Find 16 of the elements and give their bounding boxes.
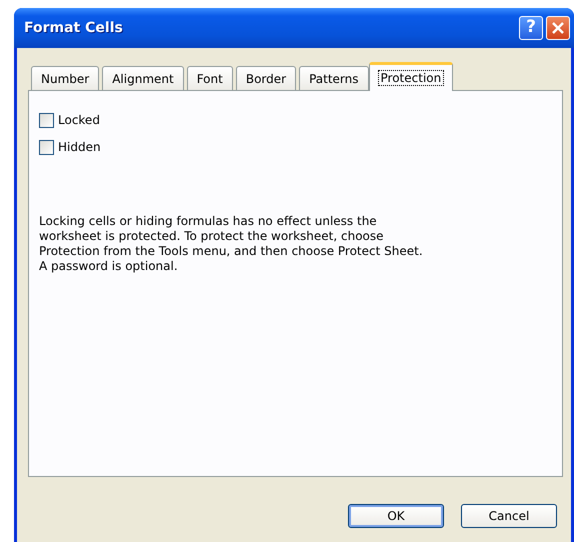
tab[interactable]: Patterns [299,66,369,90]
close-icon [551,21,565,35]
info-text: Locking cells or hiding formulas has no effect unless the worksheet is protected. To protect the worksheet, choose Protection from the Tools menu, and then choose Protect Sheet. A password is optional. [39,214,424,274]
checkbox[interactable] [39,140,54,154]
cancel-button[interactable]: Cancel [461,504,557,528]
tab[interactable]: Border [236,66,296,90]
window-title: Format Cells [24,18,124,38]
ok-button[interactable]: OK [348,504,444,528]
tab[interactable]: Number [31,66,100,90]
close-button[interactable] [546,16,570,40]
checkbox-label[interactable]: Locked [58,111,100,129]
tab[interactable]: Alignment [102,66,184,90]
tab[interactable]: Font [186,66,233,90]
checkbox-label[interactable]: Hidden [58,138,101,156]
tab[interactable]: Protection [368,62,454,91]
checkbox[interactable] [39,112,54,128]
